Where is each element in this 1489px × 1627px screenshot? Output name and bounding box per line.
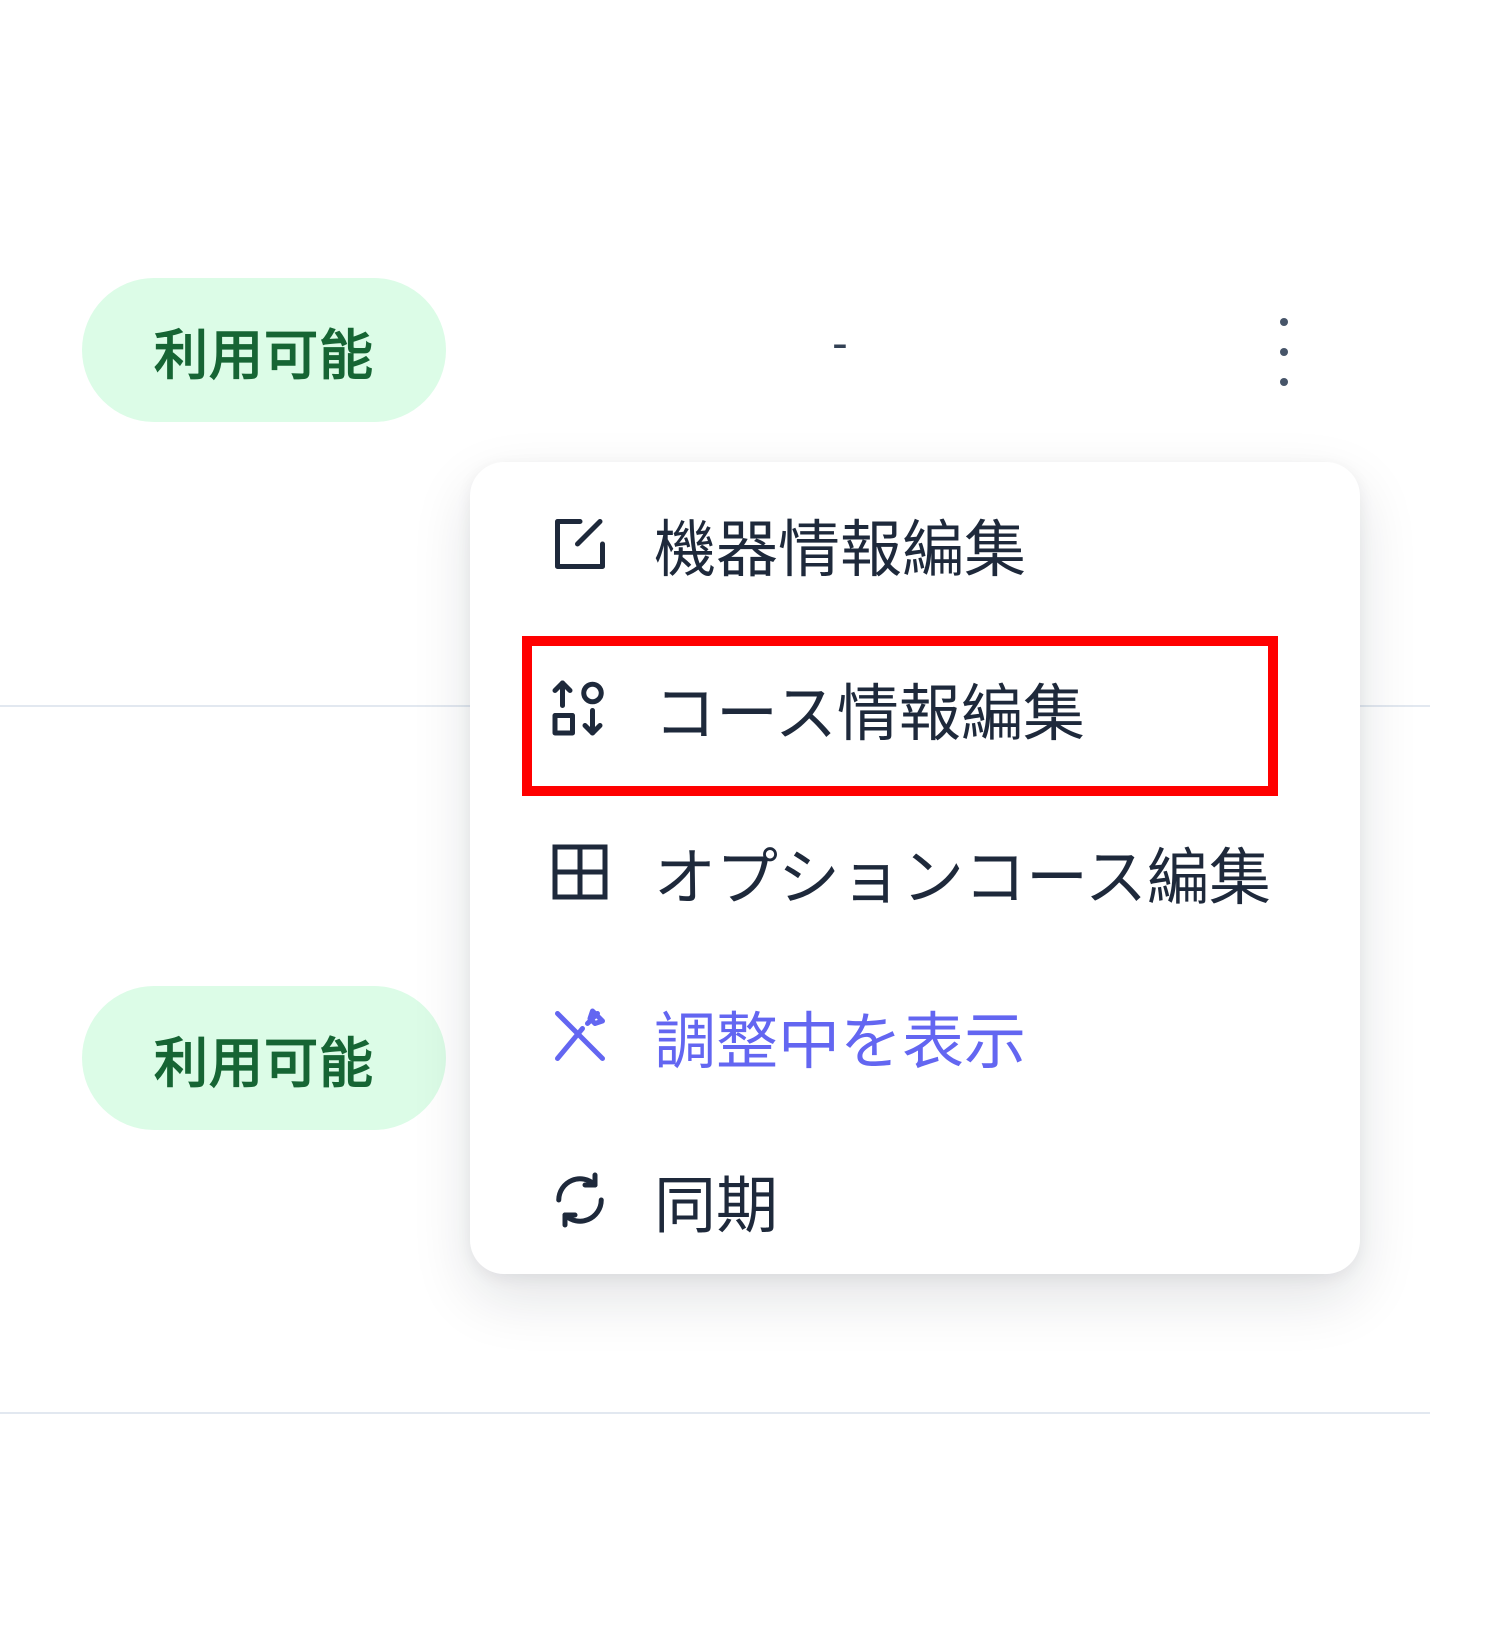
edit-square-icon [548, 512, 612, 576]
menu-item-label: 調整中を表示 [654, 1005, 1027, 1078]
status-badge: 利用可能 [82, 986, 446, 1130]
kebab-dot [1280, 378, 1288, 386]
menu-item-label: 同期 [654, 1169, 779, 1242]
tools-icon [548, 1004, 612, 1068]
menu-item-label: オプションコース編集 [654, 841, 1271, 914]
row-divider [0, 1412, 1430, 1414]
page: 利用可能 - 利用可能 機器情報編集 コース情報編集 オプションコース編集 調整… [0, 0, 1489, 1627]
menu-item-edit-device[interactable]: 機器情報編集 [470, 462, 1360, 626]
sort-shapes-icon [548, 676, 612, 740]
more-actions-icon[interactable] [1262, 318, 1306, 386]
menu-item-sync[interactable]: 同期 [470, 1118, 1360, 1282]
kebab-dot [1280, 318, 1288, 326]
menu-item-edit-course[interactable]: コース情報編集 [470, 626, 1360, 790]
sync-icon [548, 1168, 612, 1232]
menu-item-label: 機器情報編集 [654, 513, 1027, 586]
actions-dropdown-menu: 機器情報編集 コース情報編集 オプションコース編集 調整中を表示 同期 [470, 462, 1360, 1274]
menu-item-show-maintenance[interactable]: 調整中を表示 [470, 954, 1360, 1118]
menu-item-label: コース情報編集 [654, 677, 1085, 750]
empty-value: - [832, 318, 848, 369]
grid-layout-icon [548, 840, 612, 904]
menu-item-edit-option-course[interactable]: オプションコース編集 [470, 790, 1360, 954]
kebab-dot [1280, 348, 1288, 356]
status-badge: 利用可能 [82, 278, 446, 422]
